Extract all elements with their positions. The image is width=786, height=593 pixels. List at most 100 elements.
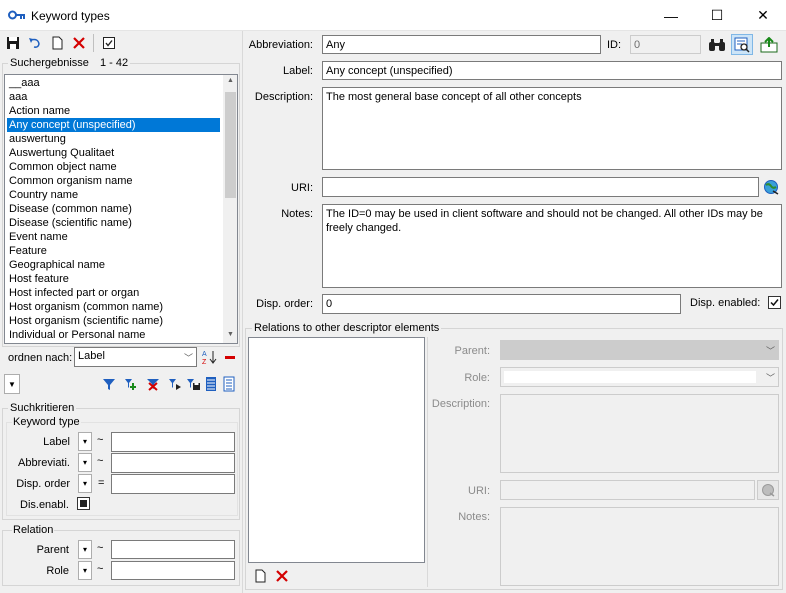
abbreviation-input[interactable]: Any [322, 35, 601, 54]
uri-input[interactable] [322, 177, 759, 197]
insert-list-button[interactable] [166, 375, 184, 393]
save-list-button[interactable] [184, 375, 202, 393]
list-item[interactable]: Any concept (unspecified) [7, 118, 220, 132]
delete-relation-button[interactable] [273, 567, 291, 585]
save-button[interactable] [4, 34, 22, 52]
filter-parent-mode[interactable]: ▾ [78, 540, 92, 559]
filter-button[interactable] [100, 375, 118, 393]
view-details-button[interactable] [731, 34, 753, 55]
export-icon [760, 36, 778, 52]
filter-role-mode[interactable]: ▾ [78, 561, 92, 580]
filter-abbreviation-op: ~ [97, 455, 104, 467]
scroll-thumb[interactable] [225, 92, 236, 198]
list-item[interactable]: Host infected part or organ [7, 286, 220, 300]
delete-button[interactable] [70, 34, 88, 52]
list-details-button[interactable] [220, 375, 238, 393]
list-item[interactable]: Common object name [7, 160, 220, 174]
filter-abbreviation-input[interactable] [111, 453, 235, 473]
notes-textarea[interactable]: The ID=0 may be used in client software … [322, 204, 782, 288]
checkmark-icon [770, 299, 779, 307]
list-save-icon [187, 379, 200, 390]
filter-abbreviation-mode[interactable]: ▾ [78, 453, 92, 472]
filter-dis-enabled-checkbox[interactable] [77, 497, 90, 510]
relations-splitter[interactable] [427, 337, 428, 587]
filter-role-input[interactable] [111, 561, 235, 580]
svg-text:Z: Z [202, 359, 207, 365]
filter-disp-order-mode[interactable]: ▾ [78, 474, 92, 493]
relations-list[interactable] [248, 337, 425, 563]
filter-role-op: ~ [97, 563, 104, 575]
disp-enabled-checkbox[interactable] [768, 296, 781, 309]
remove-sort-button[interactable] [221, 348, 239, 366]
list-item[interactable]: Disease (common name) [7, 202, 220, 216]
keyword-list[interactable]: __aaa aaa Action name Any concept (unspecif… [4, 74, 238, 344]
panel-splitter[interactable] [242, 31, 243, 593]
chevron-down-icon: ﹀ [183, 353, 193, 363]
list-item[interactable]: auswertung [7, 132, 220, 146]
add-to-list-button[interactable] [122, 375, 140, 393]
filter-disp-order-op: = [98, 477, 105, 489]
close-button[interactable]: ✕ [740, 0, 786, 31]
sort-select[interactable]: Label ﹀ [74, 347, 197, 367]
scroll-down-arrow-icon[interactable]: ▼ [223, 331, 237, 338]
disp-order-label: Disp. order: [256, 298, 313, 310]
label-input[interactable]: Any concept (unspecified) [322, 61, 782, 80]
filter-parent-op: ~ [97, 542, 104, 554]
collapse-filter-button[interactable]: ▼ [4, 374, 20, 394]
delete-icon [276, 570, 288, 582]
chevron-down-icon: ▾ [82, 458, 87, 467]
description-textarea[interactable]: The most general base concept of all oth… [322, 87, 782, 170]
id-input: 0 [630, 35, 701, 54]
results-label: Suchergebnisse [10, 57, 89, 69]
list-view-button[interactable] [202, 375, 220, 393]
keyword-type-label: Keyword type [12, 416, 81, 428]
minus-icon [225, 356, 235, 359]
relation-uri-input [500, 480, 755, 500]
export-button[interactable] [758, 34, 780, 55]
add-relation-button[interactable] [251, 567, 269, 585]
notes-label: Notes: [281, 208, 313, 220]
undo-icon [29, 38, 40, 48]
results-header: Suchergebnisse 1 - 42 [8, 57, 131, 69]
relation-description-label: Description: [431, 398, 490, 410]
list-item[interactable]: Host organism (scientific name) [7, 314, 220, 328]
list-item[interactable]: Action name [7, 104, 220, 118]
new-document-icon [52, 36, 63, 50]
open-uri-button[interactable] [761, 177, 781, 197]
undo-button[interactable] [26, 34, 44, 52]
list-item[interactable]: Feature [7, 244, 220, 258]
maximize-button[interactable]: ☐ [694, 0, 740, 31]
scroll-up-arrow-icon[interactable]: ▲ [223, 77, 237, 84]
chevron-down-icon: ▾ [82, 437, 87, 446]
sort-direction-button[interactable]: AZ [200, 348, 218, 366]
list-item[interactable]: Host organism (common name) [7, 300, 220, 314]
list-item[interactable]: Common organism name [7, 174, 220, 188]
list-item[interactable]: Auswertung Qualitaet [7, 146, 220, 160]
select-button[interactable] [100, 34, 118, 52]
minimize-button[interactable]: — [648, 0, 694, 31]
relation-description-textarea [500, 394, 779, 473]
relation-parent-select: ﹀ [500, 340, 779, 360]
filter-parent-input[interactable] [111, 540, 235, 559]
list-item[interactable]: __aaa [7, 76, 220, 90]
disp-enabled-label: Disp. enabled: [690, 297, 761, 309]
list-item[interactable]: Individual or Personal name [7, 328, 220, 342]
filter-label-input[interactable] [111, 432, 235, 452]
list-item[interactable]: Geographical name [7, 258, 220, 272]
results-range: 1 - 42 [99, 57, 129, 69]
filter-abbreviation-label: Abbreviati. [18, 457, 70, 469]
disp-order-input[interactable]: 0 [322, 294, 681, 314]
list-item[interactable]: Host feature [7, 272, 220, 286]
list-item[interactable]: Event name [7, 230, 220, 244]
chevron-down-icon: ﹀ [765, 373, 775, 383]
new-button[interactable] [48, 34, 66, 52]
key-icon [8, 10, 25, 20]
list-item[interactable]: Country name [7, 188, 220, 202]
filter-disp-order-input[interactable] [111, 474, 235, 494]
remove-from-list-button[interactable] [144, 375, 162, 393]
list-item[interactable]: Disease (scientific name) [7, 216, 220, 230]
list-details-icon [223, 376, 235, 392]
list-item[interactable]: aaa [7, 90, 220, 104]
find-button[interactable] [707, 35, 727, 54]
filter-label-mode[interactable]: ▾ [78, 432, 92, 451]
